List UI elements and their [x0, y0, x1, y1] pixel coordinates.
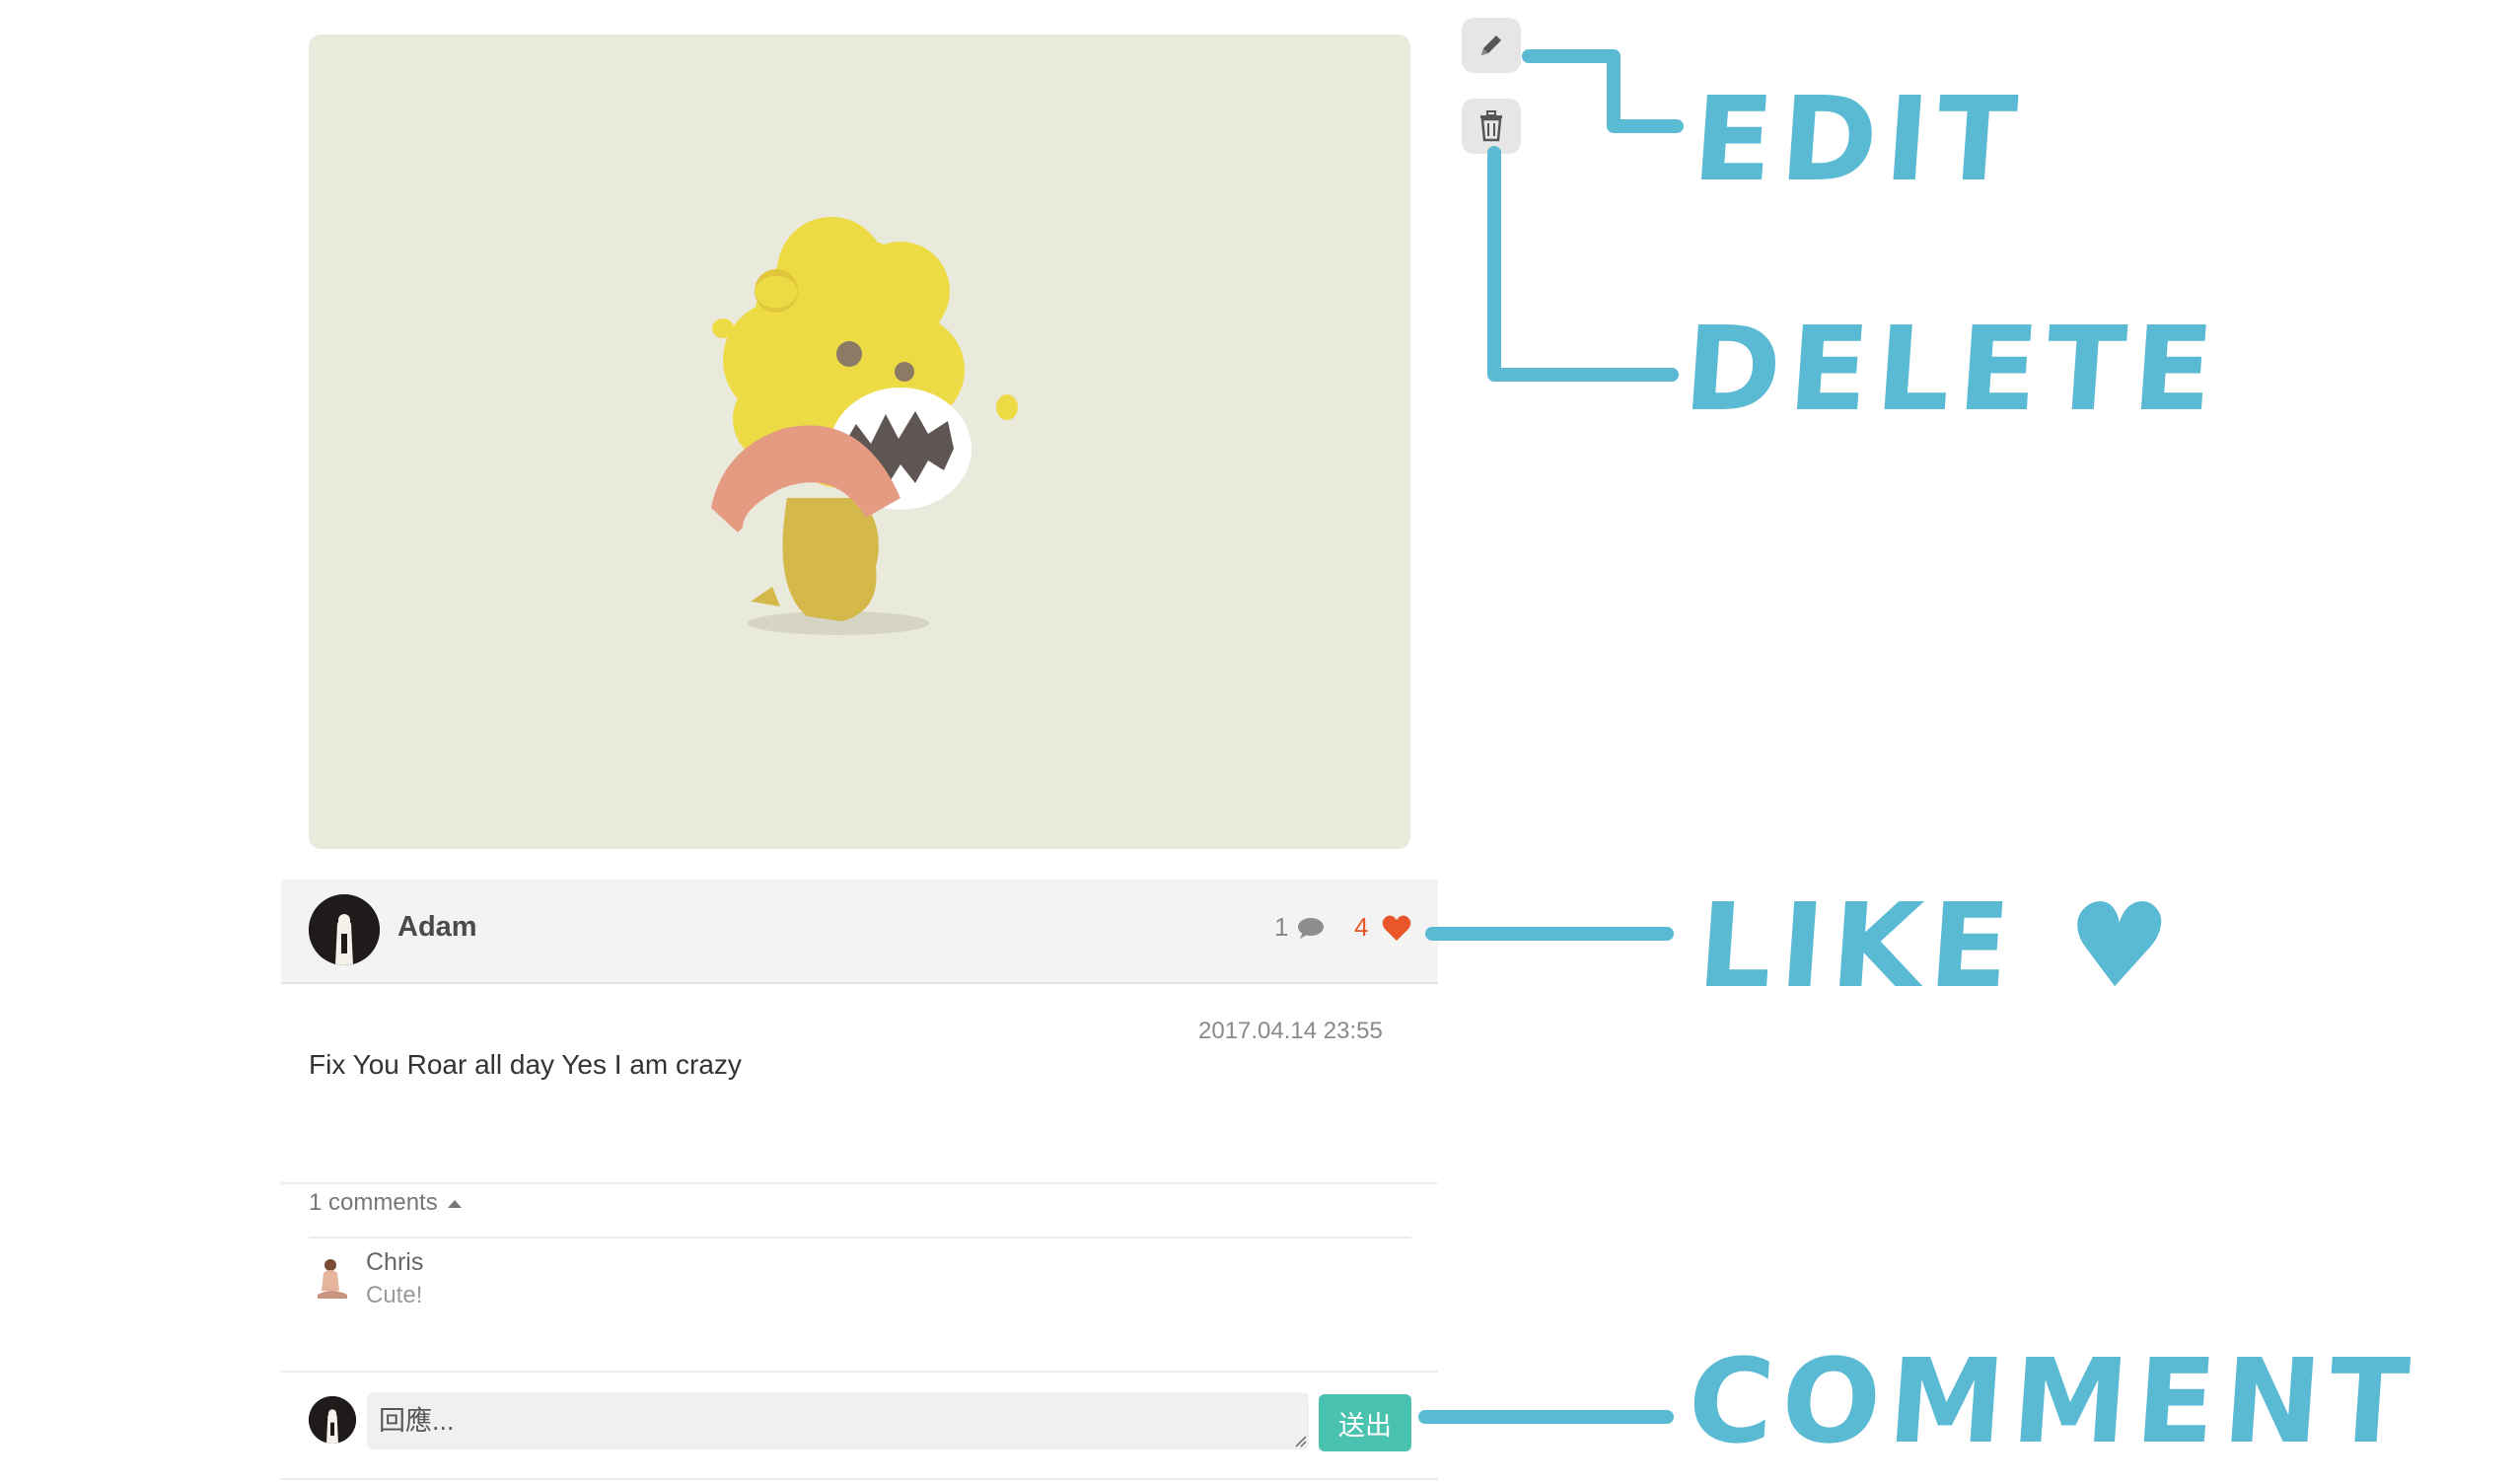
annotation-comment: COMMENT: [1684, 1333, 2421, 1469]
annotation-edit: EDIT: [1689, 71, 2029, 207]
annotation-connectors: [1418, 49, 1684, 1424]
annotation-delete: DELETE: [1680, 301, 2226, 437]
annotation-like: LIKE ♥: [1693, 878, 2183, 1014]
